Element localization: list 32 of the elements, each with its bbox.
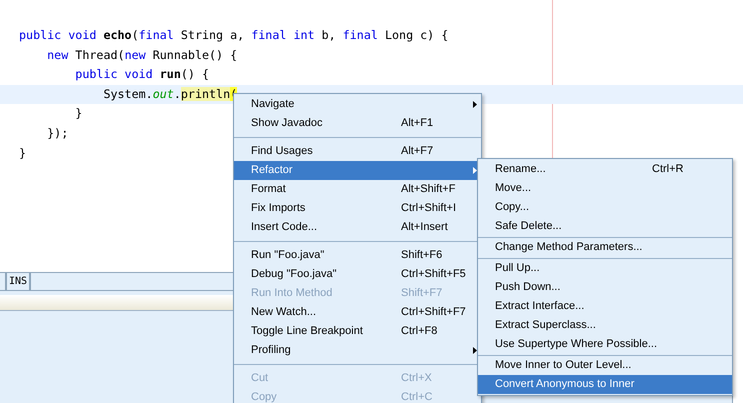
menu-item[interactable]: Rename... Ctrl+R xyxy=(478,160,732,179)
menu-item[interactable]: Extract Superclass... xyxy=(478,316,732,335)
code-line: }); xyxy=(46,124,68,142)
menu-item[interactable]: Debug "Foo.java" Ctrl+Shift+F5 xyxy=(234,265,481,284)
menu-item[interactable]: Move Inner to Outer Level... xyxy=(478,356,732,375)
menu-item[interactable]: Run "Foo.java" Shift+F6 xyxy=(234,246,481,265)
menu-item[interactable]: Copy... xyxy=(478,198,732,217)
code-line: } xyxy=(19,144,26,162)
menu-item[interactable]: Insert Code... Alt+Insert xyxy=(234,218,481,237)
menu-item[interactable]: Push Down... xyxy=(478,278,732,297)
menu-item[interactable]: Use Supertype Where Possible... xyxy=(478,335,732,354)
code-line: public void echo(final String a, final int b, final Long c) { xyxy=(19,27,448,44)
menu-item[interactable]: Toggle Line Breakpoint Ctrl+F8 xyxy=(234,322,481,341)
submenu-arrow-icon xyxy=(473,101,477,108)
menu-item[interactable]: Navigate xyxy=(234,95,481,114)
menu-item[interactable]: New Watch... Ctrl+Shift+F7 xyxy=(234,303,481,322)
menu-item[interactable]: Extract Interface... xyxy=(478,297,732,316)
menu-item[interactable]: Change Method Parameters... xyxy=(478,238,732,257)
submenu-arrow-icon xyxy=(473,167,477,174)
code-line: } xyxy=(74,105,82,122)
menu-item[interactable]: Pull Up... xyxy=(478,259,732,278)
menu-item[interactable]: Convert Anonymous to Inner xyxy=(478,375,732,394)
submenu-arrow-icon xyxy=(473,347,477,354)
code-line: new Thread(new Runnable() { xyxy=(46,46,238,64)
menu-item[interactable]: Show Javadoc Alt+F1 xyxy=(234,114,481,133)
menu-item[interactable]: Find Usages Alt+F7 xyxy=(234,142,481,161)
menu-item[interactable]: Format Alt+Shift+F xyxy=(234,180,481,199)
menu-item[interactable]: Move... xyxy=(478,179,732,198)
menu-item[interactable]: Profiling xyxy=(234,341,481,360)
code-line: public void run() { xyxy=(74,66,210,84)
menu-item[interactable]: Fix Imports Ctrl+Shift+I xyxy=(234,199,481,218)
menu-item[interactable]: Safe Delete... xyxy=(478,217,732,236)
